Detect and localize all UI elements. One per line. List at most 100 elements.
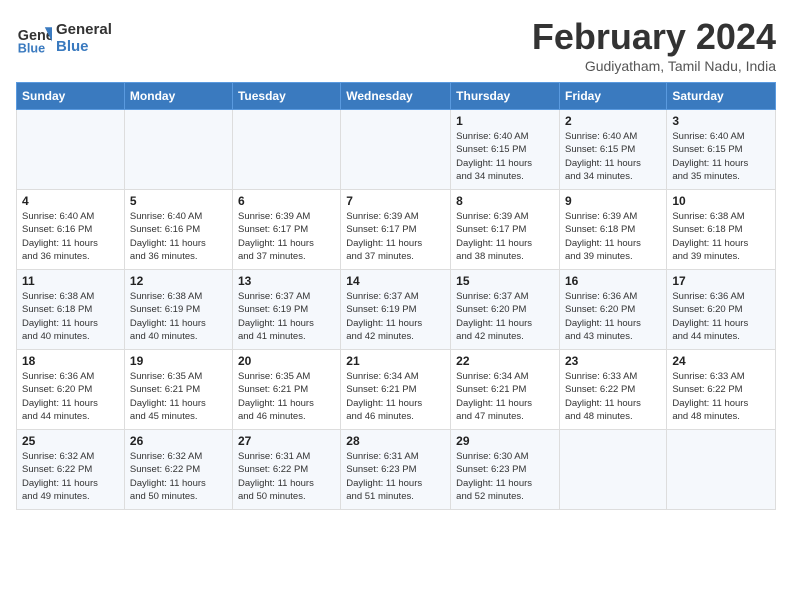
calendar-cell: 28Sunrise: 6:31 AMSunset: 6:23 PMDayligh… bbox=[341, 430, 451, 510]
calendar-week-1: 1Sunrise: 6:40 AMSunset: 6:15 PMDaylight… bbox=[17, 110, 776, 190]
day-info: Sunrise: 6:40 AMSunset: 6:16 PMDaylight:… bbox=[130, 210, 227, 263]
day-number: 9 bbox=[565, 194, 661, 208]
logo-general: General bbox=[56, 21, 112, 38]
weekday-header-row: SundayMondayTuesdayWednesdayThursdayFrid… bbox=[17, 83, 776, 110]
day-info: Sunrise: 6:35 AMSunset: 6:21 PMDaylight:… bbox=[238, 370, 335, 423]
month-title: February 2024 bbox=[532, 16, 776, 58]
day-number: 16 bbox=[565, 274, 661, 288]
day-info: Sunrise: 6:32 AMSunset: 6:22 PMDaylight:… bbox=[130, 450, 227, 503]
day-info: Sunrise: 6:31 AMSunset: 6:22 PMDaylight:… bbox=[238, 450, 335, 503]
header: General Blue General Blue February 2024 … bbox=[16, 16, 776, 74]
day-number: 20 bbox=[238, 354, 335, 368]
weekday-header-friday: Friday bbox=[560, 83, 667, 110]
calendar-body: 1Sunrise: 6:40 AMSunset: 6:15 PMDaylight… bbox=[17, 110, 776, 510]
day-number: 3 bbox=[672, 114, 770, 128]
location: Gudiyatham, Tamil Nadu, India bbox=[532, 58, 776, 74]
calendar-cell bbox=[124, 110, 232, 190]
calendar-cell bbox=[17, 110, 125, 190]
day-info: Sunrise: 6:38 AMSunset: 6:18 PMDaylight:… bbox=[22, 290, 119, 343]
weekday-header-monday: Monday bbox=[124, 83, 232, 110]
calendar-cell: 2 Sunrise: 6:40 AMSunset: 6:15 PMDaylight… bbox=[560, 110, 667, 190]
day-info: Sunrise: 6:39 AMSunset: 6:17 PMDaylight:… bbox=[456, 210, 554, 263]
day-number: 15 bbox=[456, 274, 554, 288]
day-info: Sunrise: 6:39 AMSunset: 6:18 PMDaylight:… bbox=[565, 210, 661, 263]
day-info: Sunrise: 6:35 AMSunset: 6:21 PMDaylight:… bbox=[130, 370, 227, 423]
day-number: 26 bbox=[130, 434, 227, 448]
calendar-cell: 17 Sunrise: 6:36 AMSunset: 6:20 PMDayligh… bbox=[667, 270, 776, 350]
calendar-cell: 27 Sunrise: 6:31 AMSunset: 6:22 PMDayligh… bbox=[232, 430, 340, 510]
calendar-cell: 6 Sunrise: 6:39 AMSunset: 6:17 PMDaylight… bbox=[232, 190, 340, 270]
calendar-cell: 13Sunrise: 6:37 AMSunset: 6:19 PMDayligh… bbox=[232, 270, 340, 350]
day-info: Sunrise: 6:36 AMSunset: 6:20 PMDaylight:… bbox=[672, 290, 770, 343]
day-number: 13 bbox=[238, 274, 335, 288]
day-info: Sunrise: 6:40 AMSunset: 6:15 PMDaylight:… bbox=[456, 130, 554, 183]
logo-icon: General Blue bbox=[16, 20, 52, 56]
calendar-cell: 1Sunrise: 6:40 AMSunset: 6:15 PMDaylight… bbox=[451, 110, 560, 190]
calendar-table: SundayMondayTuesdayWednesdayThursdayFrid… bbox=[16, 82, 776, 510]
calendar-cell: 11 Sunrise: 6:38 AMSunset: 6:18 PMDayligh… bbox=[17, 270, 125, 350]
day-number: 22 bbox=[456, 354, 554, 368]
day-info: Sunrise: 6:38 AMSunset: 6:18 PMDaylight:… bbox=[672, 210, 770, 263]
day-number: 25 bbox=[22, 434, 119, 448]
calendar-cell: 29 Sunrise: 6:30 AMSunset: 6:23 PMDayligh… bbox=[451, 430, 560, 510]
calendar-cell: 8 Sunrise: 6:39 AMSunset: 6:17 PMDaylight… bbox=[451, 190, 560, 270]
calendar-cell bbox=[560, 430, 667, 510]
day-info: Sunrise: 6:37 AMSunset: 6:20 PMDaylight:… bbox=[456, 290, 554, 343]
weekday-header-thursday: Thursday bbox=[451, 83, 560, 110]
calendar-cell bbox=[232, 110, 340, 190]
day-number: 6 bbox=[238, 194, 335, 208]
day-number: 21 bbox=[346, 354, 445, 368]
day-number: 2 bbox=[565, 114, 661, 128]
calendar-cell: 16 Sunrise: 6:36 AMSunset: 6:20 PMDayligh… bbox=[560, 270, 667, 350]
day-info: Sunrise: 6:38 AMSunset: 6:19 PMDaylight:… bbox=[130, 290, 227, 343]
svg-text:Blue: Blue bbox=[18, 41, 45, 55]
day-number: 11 bbox=[22, 274, 119, 288]
calendar-week-2: 4 Sunrise: 6:40 AMSunset: 6:16 PMDaylight… bbox=[17, 190, 776, 270]
weekday-header-saturday: Saturday bbox=[667, 83, 776, 110]
day-info: Sunrise: 6:40 AMSunset: 6:16 PMDaylight:… bbox=[22, 210, 119, 263]
calendar-cell: 21 Sunrise: 6:34 AMSunset: 6:21 PMDayligh… bbox=[341, 350, 451, 430]
calendar-week-4: 18 Sunrise: 6:36 AMSunset: 6:20 PMDayligh… bbox=[17, 350, 776, 430]
day-number: 24 bbox=[672, 354, 770, 368]
calendar-week-3: 11 Sunrise: 6:38 AMSunset: 6:18 PMDayligh… bbox=[17, 270, 776, 350]
title-area: February 2024 Gudiyatham, Tamil Nadu, In… bbox=[532, 16, 776, 74]
calendar-cell: 20 Sunrise: 6:35 AMSunset: 6:21 PMDayligh… bbox=[232, 350, 340, 430]
calendar-cell: 25 Sunrise: 6:32 AMSunset: 6:22 PMDayligh… bbox=[17, 430, 125, 510]
calendar-cell: 15 Sunrise: 6:37 AMSunset: 6:20 PMDayligh… bbox=[451, 270, 560, 350]
day-number: 18 bbox=[22, 354, 119, 368]
calendar-cell: 19 Sunrise: 6:35 AMSunset: 6:21 PMDayligh… bbox=[124, 350, 232, 430]
day-info: Sunrise: 6:39 AMSunset: 6:17 PMDaylight:… bbox=[346, 210, 445, 263]
day-number: 8 bbox=[456, 194, 554, 208]
day-info: Sunrise: 6:36 AMSunset: 6:20 PMDaylight:… bbox=[565, 290, 661, 343]
day-info: Sunrise: 6:39 AMSunset: 6:17 PMDaylight:… bbox=[238, 210, 335, 263]
day-number: 19 bbox=[130, 354, 227, 368]
calendar-cell: 10 Sunrise: 6:38 AMSunset: 6:18 PMDayligh… bbox=[667, 190, 776, 270]
calendar-week-5: 25 Sunrise: 6:32 AMSunset: 6:22 PMDayligh… bbox=[17, 430, 776, 510]
day-number: 17 bbox=[672, 274, 770, 288]
day-number: 10 bbox=[672, 194, 770, 208]
day-number: 23 bbox=[565, 354, 661, 368]
weekday-header-wednesday: Wednesday bbox=[341, 83, 451, 110]
logo: General Blue General Blue bbox=[16, 20, 112, 56]
logo-blue: Blue bbox=[56, 38, 112, 55]
calendar-cell: 24 Sunrise: 6:33 AMSunset: 6:22 PMDayligh… bbox=[667, 350, 776, 430]
day-number: 27 bbox=[238, 434, 335, 448]
calendar-cell: 18 Sunrise: 6:36 AMSunset: 6:20 PMDayligh… bbox=[17, 350, 125, 430]
day-number: 12 bbox=[130, 274, 227, 288]
day-number: 4 bbox=[22, 194, 119, 208]
day-info: Sunrise: 6:40 AMSunset: 6:15 PMDaylight:… bbox=[672, 130, 770, 183]
calendar-cell: 3 Sunrise: 6:40 AMSunset: 6:15 PMDaylight… bbox=[667, 110, 776, 190]
calendar-cell: 7Sunrise: 6:39 AMSunset: 6:17 PMDaylight… bbox=[341, 190, 451, 270]
day-info: Sunrise: 6:33 AMSunset: 6:22 PMDaylight:… bbox=[672, 370, 770, 423]
day-info: Sunrise: 6:33 AMSunset: 6:22 PMDaylight:… bbox=[565, 370, 661, 423]
day-number: 29 bbox=[456, 434, 554, 448]
day-info: Sunrise: 6:30 AMSunset: 6:23 PMDaylight:… bbox=[456, 450, 554, 503]
day-info: Sunrise: 6:32 AMSunset: 6:22 PMDaylight:… bbox=[22, 450, 119, 503]
calendar-cell: 26 Sunrise: 6:32 AMSunset: 6:22 PMDayligh… bbox=[124, 430, 232, 510]
calendar-cell: 12 Sunrise: 6:38 AMSunset: 6:19 PMDayligh… bbox=[124, 270, 232, 350]
day-info: Sunrise: 6:40 AMSunset: 6:15 PMDaylight:… bbox=[565, 130, 661, 183]
day-info: Sunrise: 6:34 AMSunset: 6:21 PMDaylight:… bbox=[346, 370, 445, 423]
day-info: Sunrise: 6:36 AMSunset: 6:20 PMDaylight:… bbox=[22, 370, 119, 423]
day-number: 5 bbox=[130, 194, 227, 208]
day-number: 14 bbox=[346, 274, 445, 288]
